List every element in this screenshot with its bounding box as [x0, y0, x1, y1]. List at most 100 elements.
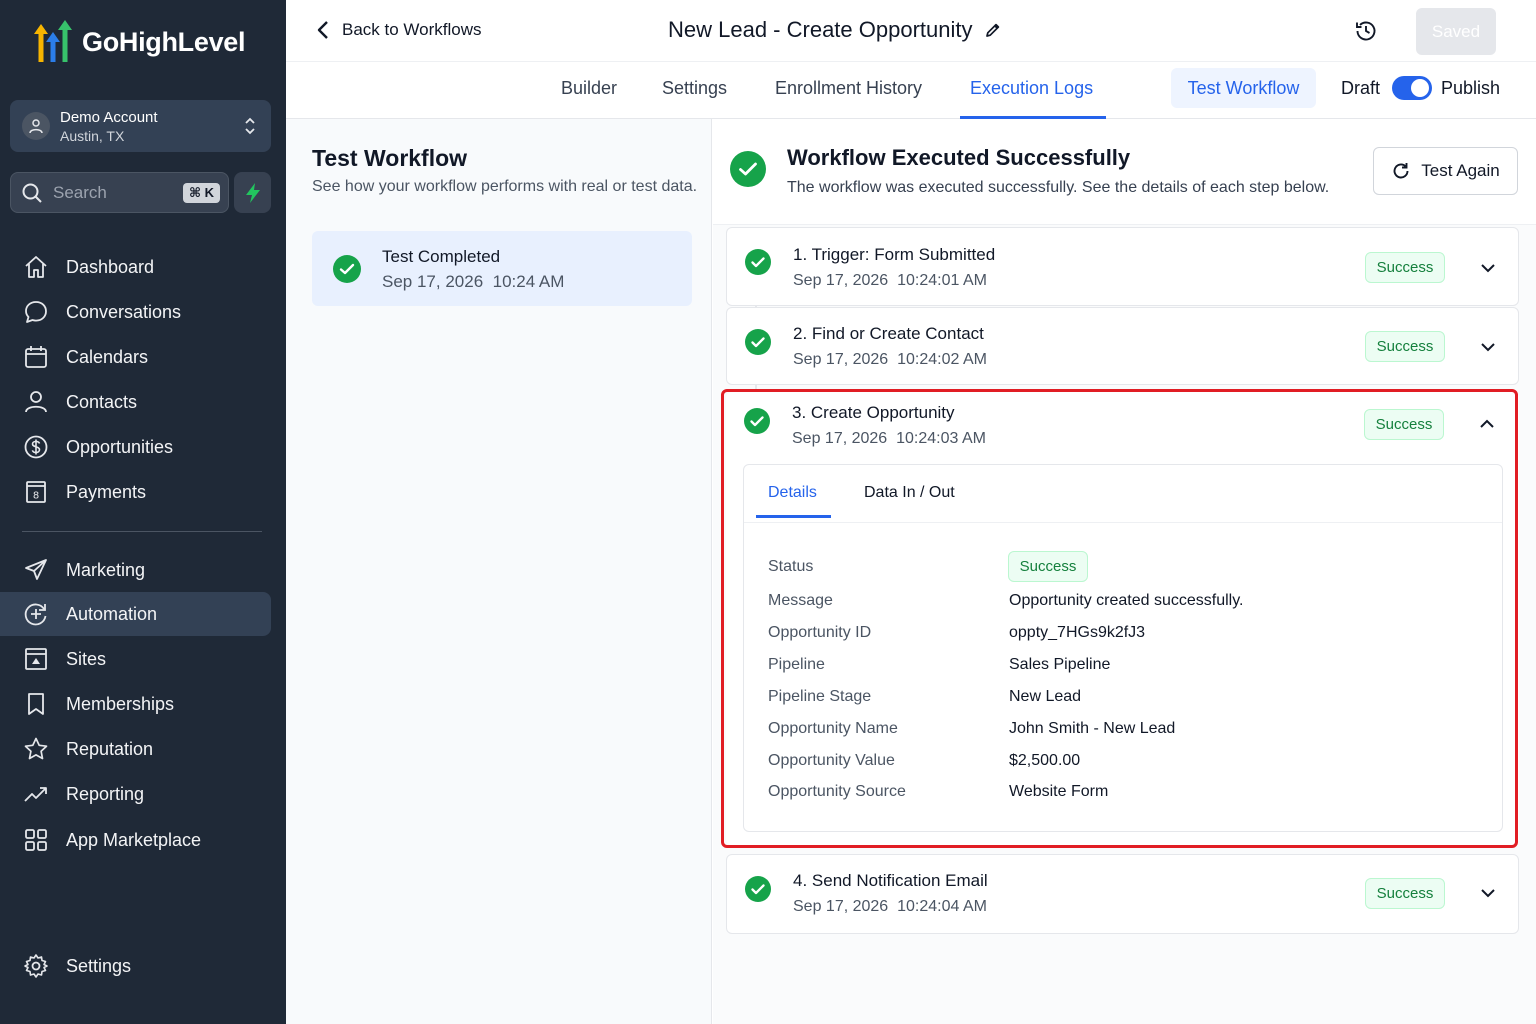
highlight-box	[721, 389, 1518, 848]
bookmark-icon	[22, 690, 50, 718]
account-location: Austin, TX	[60, 127, 125, 144]
sidebar-item-label: Memberships	[66, 693, 175, 714]
draft-label: Draft	[1341, 78, 1381, 98]
back-to-workflows-link[interactable]: Back to Workflows	[316, 20, 482, 40]
account-switcher[interactable]: Demo Account Austin, TX	[10, 100, 271, 152]
status-badge: Success	[1365, 252, 1445, 283]
receipt-icon: 8	[22, 478, 50, 506]
step-title: 4. Send Notification Email	[793, 871, 988, 890]
run-date: Sep 17, 2026	[382, 272, 484, 291]
sidebar-item-reputation[interactable]: Reputation	[0, 727, 271, 771]
result-title: Workflow Executed Successfully	[787, 145, 1131, 170]
account-name: Demo Account	[60, 108, 158, 126]
star-icon	[22, 735, 50, 763]
step-row[interactable]: 2. Find or Create Contact Sep 17, 2026 1…	[726, 307, 1519, 385]
sidebar-item-settings[interactable]: Settings	[0, 944, 271, 988]
history-button[interactable]	[1354, 19, 1378, 48]
sidebar-item-payments[interactable]: 8 Payments	[0, 470, 271, 514]
sidebar-item-sites[interactable]: Sites	[0, 637, 271, 681]
panel-subtitle: See how your workflow performs with real…	[312, 178, 698, 195]
sidebar-item-label: Reputation	[66, 738, 154, 759]
quick-actions-button[interactable]	[234, 172, 271, 213]
brand-logo[interactable]: GoHighLevel	[30, 20, 246, 64]
chevron-down-icon[interactable]	[1479, 884, 1497, 902]
test-runs-panel: Test Workflow See how your workflow perf…	[286, 119, 712, 1024]
grid-icon	[22, 826, 50, 854]
search-placeholder: Search	[53, 182, 107, 202]
sidebar-item-opportunities[interactable]: Opportunities	[0, 425, 271, 469]
test-workflow-button[interactable]: Test Workflow	[1171, 68, 1316, 108]
gear-icon	[22, 952, 50, 980]
sidebar-item-memberships[interactable]: Memberships	[0, 682, 271, 726]
step-row[interactable]: 1. Trigger: Form Submitted Sep 17, 2026 …	[726, 227, 1519, 306]
sidebar-item-label: Dashboard	[66, 256, 155, 277]
dollar-icon	[22, 433, 50, 461]
sidebar-item-contacts[interactable]: Contacts	[0, 380, 271, 424]
step-datetime: Sep 17, 2026 10:24:04 AM	[793, 898, 987, 916]
step-datetime: Sep 17, 2026 10:24:01 AM	[793, 272, 987, 290]
search-icon	[22, 183, 42, 203]
pencil-icon[interactable]	[985, 22, 1001, 38]
back-label: Back to Workflows	[342, 20, 482, 39]
sidebar-item-label: Calendars	[66, 346, 149, 367]
sidebar-item-app-marketplace[interactable]: App Marketplace	[0, 818, 271, 862]
test-again-label: Test Again	[1421, 161, 1500, 180]
status-badge: Success	[1365, 331, 1445, 362]
publish-toggle[interactable]	[1392, 76, 1432, 100]
sidebar-item-marketing[interactable]: Marketing	[0, 548, 271, 592]
sidebar-item-label: App Marketplace	[66, 829, 202, 850]
chevron-down-icon[interactable]	[1479, 259, 1497, 277]
chevron-left-icon	[317, 21, 328, 39]
result-header: Workflow Executed Successfully The workf…	[713, 119, 1536, 225]
test-again-button[interactable]: Test Again	[1373, 147, 1518, 195]
check-circle-icon	[333, 255, 361, 283]
sidebar-item-label: Settings	[66, 955, 132, 976]
step-time: 10:24:01 AM	[897, 272, 987, 289]
sidebar-item-label: Sites	[66, 648, 107, 669]
workflow-tab-bar: Builder Settings Enrollment History Exec…	[286, 62, 1536, 119]
test-run-card[interactable]: Test Completed Sep 17, 2026 10:24 AM	[312, 231, 692, 306]
tab-enrollment-history[interactable]: Enrollment History	[775, 78, 922, 99]
workflow-title-text: New Lead - Create Opportunity	[668, 17, 973, 42]
saved-button[interactable]: Saved	[1416, 8, 1496, 55]
panel-title: Test Workflow	[312, 145, 468, 171]
sidebar-item-reporting[interactable]: Reporting	[0, 772, 271, 816]
refresh-icon	[1393, 163, 1409, 179]
step-date: Sep 17, 2026	[793, 898, 889, 915]
check-circle-icon	[745, 249, 771, 275]
sidebar-item-calendars[interactable]: Calendars	[0, 335, 271, 379]
sidebar-divider	[22, 531, 262, 532]
sites-icon	[22, 645, 50, 673]
tab-execution-logs[interactable]: Execution Logs	[970, 78, 1093, 99]
run-title: Test Completed	[382, 247, 501, 266]
result-subtitle: The workflow was executed successfully. …	[787, 179, 1330, 196]
svg-text:8: 8	[33, 491, 39, 502]
sidebar-item-label: Marketing	[66, 559, 146, 580]
user-icon	[22, 388, 50, 416]
brand-name: GoHighLevel	[82, 26, 246, 57]
step-date: Sep 17, 2026	[793, 272, 889, 289]
chevron-down-icon[interactable]	[1479, 338, 1497, 356]
step-time: 10:24:02 AM	[897, 351, 987, 368]
sidebar-item-automation[interactable]: Automation	[0, 592, 271, 636]
account-avatar-icon	[22, 112, 50, 140]
home-icon	[22, 253, 50, 281]
calendar-icon	[22, 343, 50, 371]
sidebar-search-input[interactable]: Search ⌘ K	[10, 172, 229, 213]
chevron-updown-icon	[245, 117, 255, 135]
chat-icon	[22, 298, 50, 326]
search-shortcut: ⌘ K	[182, 182, 220, 203]
publish-label: Publish	[1441, 78, 1501, 98]
tab-settings[interactable]: Settings	[662, 78, 727, 99]
check-circle-icon	[730, 151, 766, 187]
logo-arrows-icon	[34, 20, 72, 62]
sidebar-item-label: Reporting	[66, 783, 145, 804]
sidebar-item-conversations[interactable]: Conversations	[0, 290, 271, 334]
tab-builder[interactable]: Builder	[561, 78, 617, 99]
sidebar-item-label: Contacts	[66, 391, 138, 412]
step-row[interactable]: 4. Send Notification Email Sep 17, 2026 …	[726, 854, 1519, 934]
trend-icon	[22, 780, 50, 808]
sidebar-item-dashboard[interactable]: Dashboard	[0, 245, 271, 289]
sidebar-item-label: Opportunities	[66, 436, 174, 457]
toggle-knob	[1411, 79, 1429, 97]
